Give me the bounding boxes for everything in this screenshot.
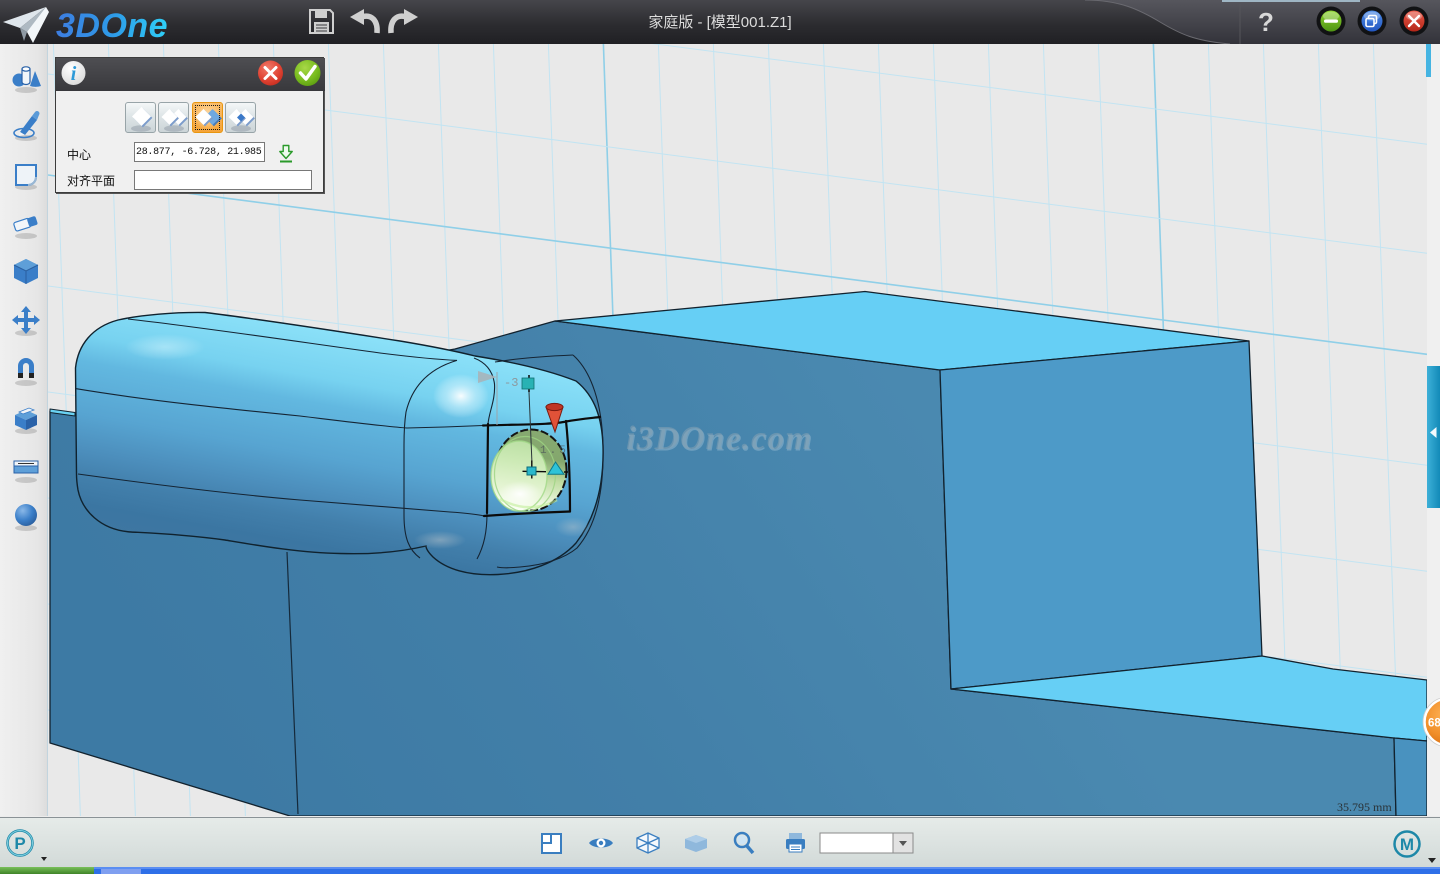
svg-text:?: ?	[1258, 7, 1274, 37]
svg-text:P: P	[14, 834, 25, 853]
svg-text:i: i	[71, 63, 77, 85]
svg-text:35.795 mm: 35.795 mm	[1337, 800, 1392, 814]
svg-text:i3DOne.com: i3DOne.com	[626, 420, 813, 457]
svg-text:家庭版 - [模型001.Z1]: 家庭版 - [模型001.Z1]	[648, 14, 791, 31]
svg-text:1.5: 1.5	[540, 445, 569, 457]
svg-text:68: 68	[1428, 718, 1440, 730]
svg-text:3DOne: 3DOne	[56, 7, 168, 44]
svg-text:-3: -3	[504, 376, 518, 390]
svg-text:M: M	[1400, 835, 1414, 854]
